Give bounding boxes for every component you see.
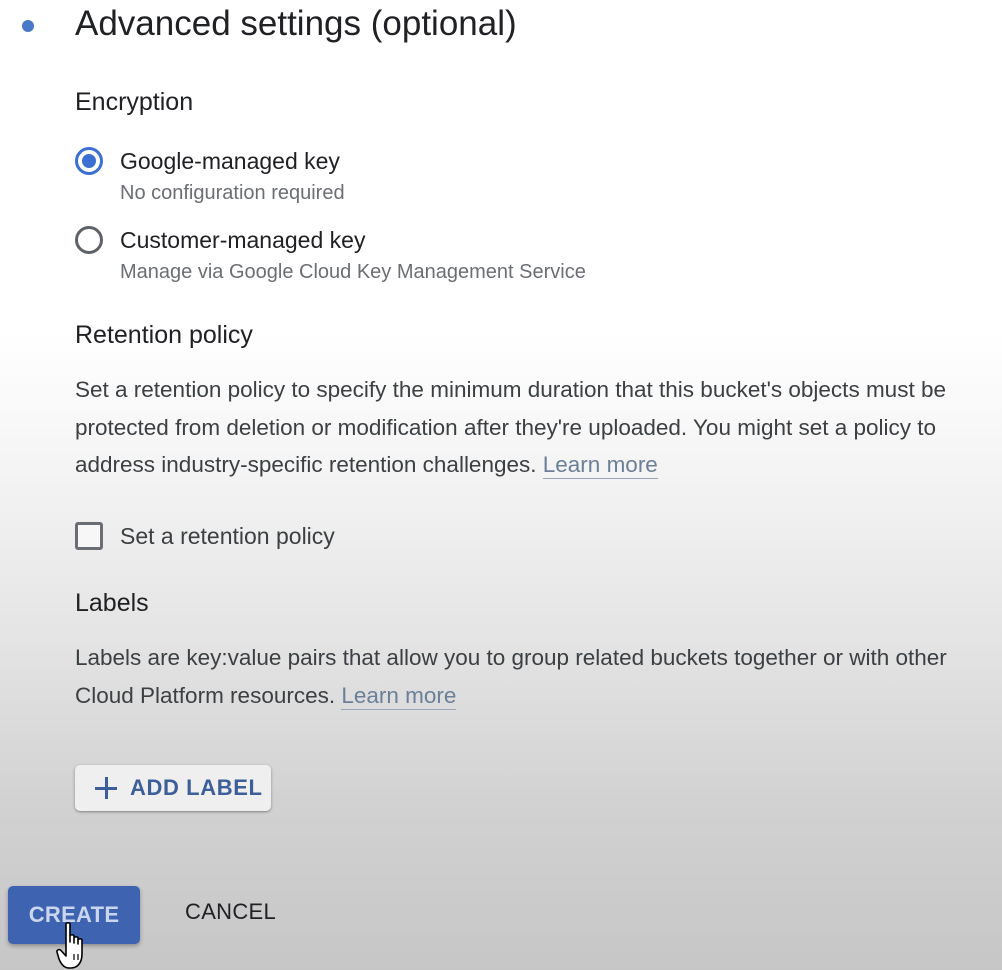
retention-policy-checkbox-row[interactable]: Set a retention policy	[75, 522, 335, 550]
labels-heading: Labels	[75, 589, 149, 617]
radio-google-managed-key[interactable]: Google-managed key No configuration requ…	[75, 147, 345, 206]
labels-learn-more-link[interactable]: Learn more	[341, 682, 457, 710]
labels-description: Labels are key:value pairs that allow yo…	[75, 639, 975, 714]
radio-button-unchecked[interactable]	[75, 226, 103, 254]
retention-policy-checkbox[interactable]	[75, 522, 103, 550]
radio-description: No configuration required	[120, 182, 345, 204]
add-label-button-text: ADD LABEL	[130, 775, 263, 800]
radio-customer-managed-key[interactable]: Customer-managed key Manage via Google C…	[75, 226, 586, 285]
encryption-heading: Encryption	[75, 88, 194, 116]
add-label-button[interactable]: ADD LABEL	[75, 765, 271, 811]
radio-button-checked[interactable]	[75, 147, 103, 175]
retention-policy-heading: Retention policy	[75, 321, 253, 349]
radio-label: Customer-managed key	[120, 227, 366, 253]
labels-description-text: Labels are key:value pairs that allow yo…	[75, 645, 947, 708]
section-title: Advanced settings (optional)	[75, 4, 517, 43]
retention-policy-description: Set a retention policy to specify the mi…	[75, 371, 975, 484]
retention-description-text: Set a retention policy to specify the mi…	[75, 377, 946, 477]
hand-pointer-cursor-icon	[56, 922, 83, 969]
radio-label: Google-managed key	[120, 148, 340, 174]
checkbox-label: Set a retention policy	[120, 522, 335, 549]
cancel-button[interactable]: CANCEL	[185, 899, 276, 925]
bullet-dot-icon	[22, 20, 34, 32]
radio-description: Manage via Google Cloud Key Management S…	[120, 261, 586, 283]
retention-learn-more-link[interactable]: Learn more	[542, 452, 658, 479]
plus-icon	[95, 777, 117, 799]
